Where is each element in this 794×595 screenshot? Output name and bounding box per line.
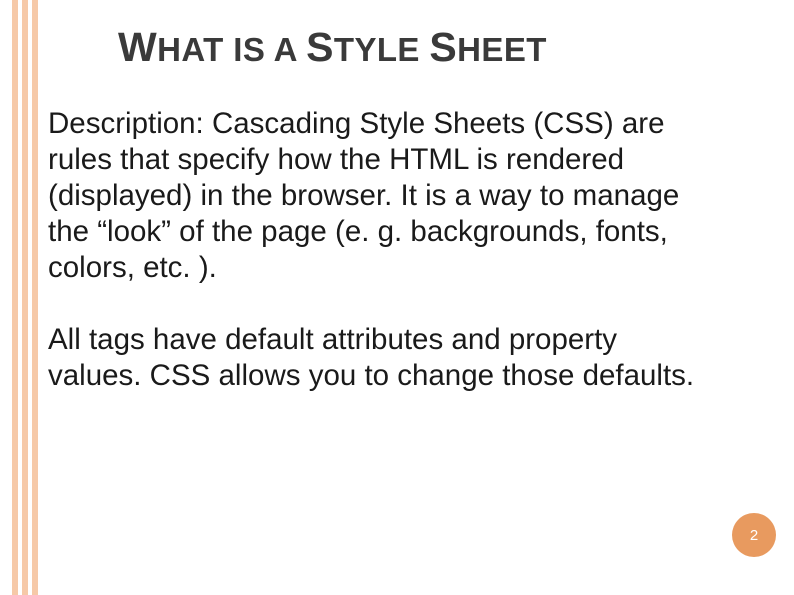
title-cap-s1: S <box>306 24 334 70</box>
slide-body: Description: Cascading Style Sheets (CSS… <box>48 106 708 430</box>
title-seg-1: HAT IS A <box>157 31 306 68</box>
paragraph-1: Description: Cascading Style Sheets (CSS… <box>48 106 708 286</box>
page-number-badge: 2 <box>732 513 776 557</box>
title-cap-s2: S <box>429 24 457 70</box>
page-number: 2 <box>750 527 758 544</box>
paragraph-2: All tags have default attributes and pro… <box>48 322 708 394</box>
title-cap-w: W <box>118 24 157 70</box>
side-stripe-inner <box>22 0 28 595</box>
title-seg-3: HEET <box>457 31 547 68</box>
slide-title: WHAT IS A STYLE SHEET <box>118 24 547 71</box>
title-seg-2: TYLE <box>334 31 430 68</box>
